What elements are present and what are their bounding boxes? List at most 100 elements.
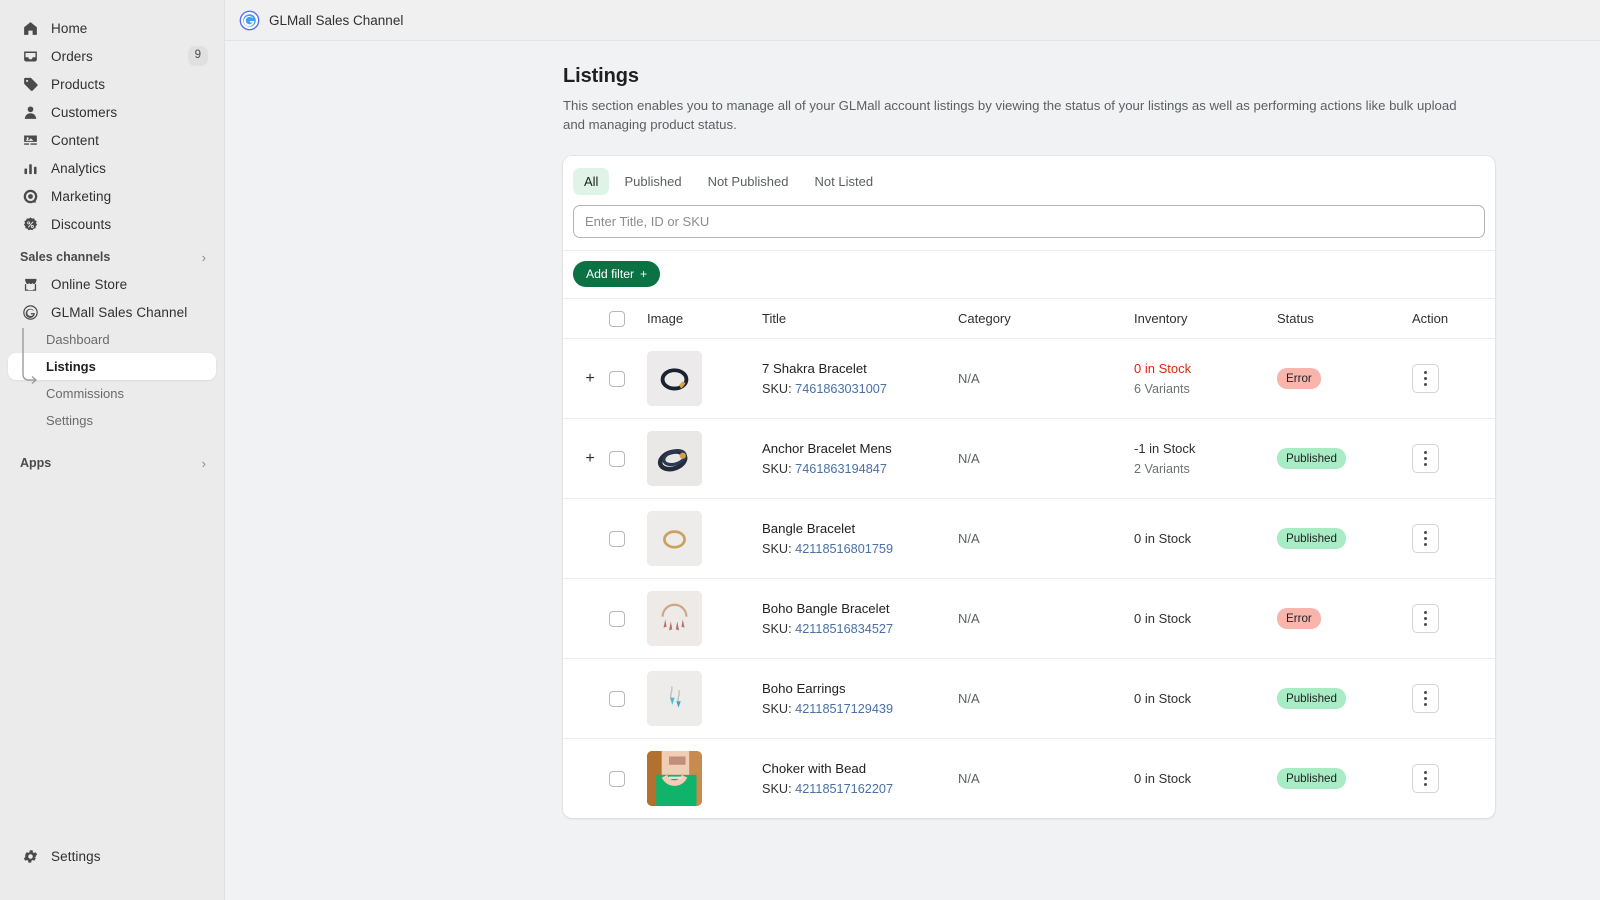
discounts-icon <box>20 214 40 234</box>
dot <box>1424 383 1427 387</box>
sidebar-item-orders[interactable]: Orders 9 <box>8 42 216 70</box>
filter-tabs: All Published Not Published Not Listed <box>563 156 1495 203</box>
cell-title: Anchor Bracelet Mens SKU: 7461863194847 <box>762 418 958 500</box>
cell-category: N/A <box>958 418 1134 500</box>
expand-row-button[interactable]: + <box>579 368 601 390</box>
cell-action <box>1412 739 1495 819</box>
chevron-right-icon: › <box>201 249 206 265</box>
dot <box>1424 691 1427 695</box>
sidebar-channel-online-store[interactable]: Online Store <box>8 270 216 298</box>
sidebar-subitem-settings[interactable]: Settings <box>8 407 216 434</box>
sku-prefix: SKU: <box>762 542 792 557</box>
product-title[interactable]: Choker with Bead <box>762 761 958 776</box>
dot <box>1424 777 1427 781</box>
row-actions-menu-button[interactable] <box>1412 524 1439 554</box>
cell-category: N/A <box>958 658 1134 740</box>
product-title[interactable]: Boho Earrings <box>762 681 958 696</box>
status-badge: Published <box>1277 448 1346 470</box>
customers-icon <box>20 102 40 122</box>
home-icon <box>20 18 40 38</box>
th-status: Status <box>1277 298 1412 340</box>
sidebar-item-customers[interactable]: Customers <box>8 98 216 126</box>
sidebar-item-settings[interactable]: Settings <box>8 842 216 870</box>
cell-action <box>1412 418 1495 500</box>
row-actions-menu-button[interactable] <box>1412 684 1439 714</box>
tab-not-listed[interactable]: Not Listed <box>804 168 885 195</box>
sku-prefix: SKU: <box>762 622 792 637</box>
product-sku: SKU: 42118517162207 <box>762 782 958 796</box>
tab-not-published[interactable]: Not Published <box>697 168 800 195</box>
page-title: Listings <box>563 65 639 87</box>
inventory-count: 0 in Stock <box>1134 691 1192 707</box>
row-actions-menu-button[interactable] <box>1412 444 1439 474</box>
sidebar-subitem-label: Commissions <box>46 386 125 401</box>
cell-expand <box>563 658 609 740</box>
cell-inventory: -1 in Stock 2 Variants <box>1134 418 1277 500</box>
sidebar-subitem-label: Settings <box>46 413 93 428</box>
sidebar-item-label: Marketing <box>51 188 112 204</box>
select-all-checkbox[interactable] <box>609 310 625 327</box>
add-filter-button[interactable]: Add filter + <box>573 261 661 288</box>
content-column: Listings This section enables you to man… <box>563 65 1495 819</box>
row-checkbox[interactable] <box>609 530 625 547</box>
product-title[interactable]: 7 Shakra Bracelet <box>762 361 958 376</box>
row-checkbox[interactable] <box>609 690 625 707</box>
sidebar-item-marketing[interactable]: Marketing <box>8 182 216 210</box>
sidebar-subitem-listings[interactable]: Listings <box>8 353 216 380</box>
dot <box>1424 531 1427 535</box>
listings-table: Image Title Category Inventory Status Ac… <box>563 298 1495 818</box>
status-badge: Error <box>1277 368 1321 390</box>
cell-inventory: 0 in Stock <box>1134 658 1277 740</box>
product-title[interactable]: Boho Bangle Bracelet <box>762 601 958 616</box>
inventory-count: 0 in Stock <box>1134 531 1192 547</box>
sidebar-channel-label: Online Store <box>51 276 128 292</box>
sku-value: 42118517129439 <box>795 702 894 717</box>
th-image: Image <box>647 298 762 340</box>
filter-row: Add filter + <box>563 250 1495 298</box>
tab-all[interactable]: All <box>573 168 610 196</box>
row-actions-menu-button[interactable] <box>1412 364 1439 394</box>
content-scroll: Listings This section enables you to man… <box>225 41 1600 900</box>
sidebar-item-home[interactable]: Home <box>8 14 216 42</box>
product-title[interactable]: Bangle Bracelet <box>762 521 958 536</box>
row-checkbox[interactable] <box>609 370 625 387</box>
topbar: GLMall Sales Channel <box>225 0 1600 41</box>
sidebar-section-apps[interactable]: Apps › <box>8 450 216 476</box>
cell-image <box>647 418 762 500</box>
sidebar-item-analytics[interactable]: Analytics <box>8 154 216 182</box>
cell-image <box>647 498 762 580</box>
row-checkbox[interactable] <box>609 610 625 627</box>
cell-image <box>647 338 762 420</box>
cell-inventory: 0 in Stock <box>1134 498 1277 580</box>
sidebar-item-label: Settings <box>51 848 101 864</box>
variant-count: 2 Variants <box>1134 462 1190 477</box>
orders-icon <box>20 46 40 66</box>
listings-card: AllPublishedNot PublishedNot Listed Add … <box>563 156 1495 819</box>
search-input[interactable] <box>573 205 1485 239</box>
sidebar-subitem-commissions[interactable]: Commissions <box>8 380 216 407</box>
cell-inventory: 0 in Stock 6 Variants <box>1134 338 1277 420</box>
product-sku: SKU: 7461863031007 <box>762 382 958 396</box>
sidebar-section-sales-channels[interactable]: Sales channels › <box>8 244 216 270</box>
sidebar-item-content[interactable]: Content <box>8 126 216 154</box>
content-icon <box>20 130 40 150</box>
sidebar-item-products[interactable]: Products <box>8 70 216 98</box>
sidebar-item-discounts[interactable]: Discounts <box>8 210 216 238</box>
row-checkbox[interactable] <box>609 770 625 787</box>
app-root: Home Orders 9 Products Customers Content Analy… <box>0 0 1600 900</box>
plus-icon: + <box>640 267 648 282</box>
cell-category: N/A <box>958 739 1134 819</box>
row-actions-menu-button[interactable] <box>1412 604 1439 634</box>
sidebar-channel-glmall-sales-channel[interactable]: GLMall Sales Channel <box>8 298 216 326</box>
tab-published[interactable]: Published <box>613 168 692 195</box>
expand-row-button[interactable]: + <box>579 448 601 470</box>
row-checkbox[interactable] <box>609 450 625 467</box>
cell-select <box>609 578 647 660</box>
product-title[interactable]: Anchor Bracelet Mens <box>762 441 958 456</box>
table-row: Boho Earrings SKU: 42118517129439 N/A 0 in … <box>563 658 1495 740</box>
sku-prefix: SKU: <box>762 702 792 717</box>
dot <box>1424 611 1427 615</box>
cell-action <box>1412 658 1495 740</box>
row-actions-menu-button[interactable] <box>1412 764 1439 794</box>
sidebar-subitem-dashboard[interactable]: Dashboard <box>8 326 216 353</box>
